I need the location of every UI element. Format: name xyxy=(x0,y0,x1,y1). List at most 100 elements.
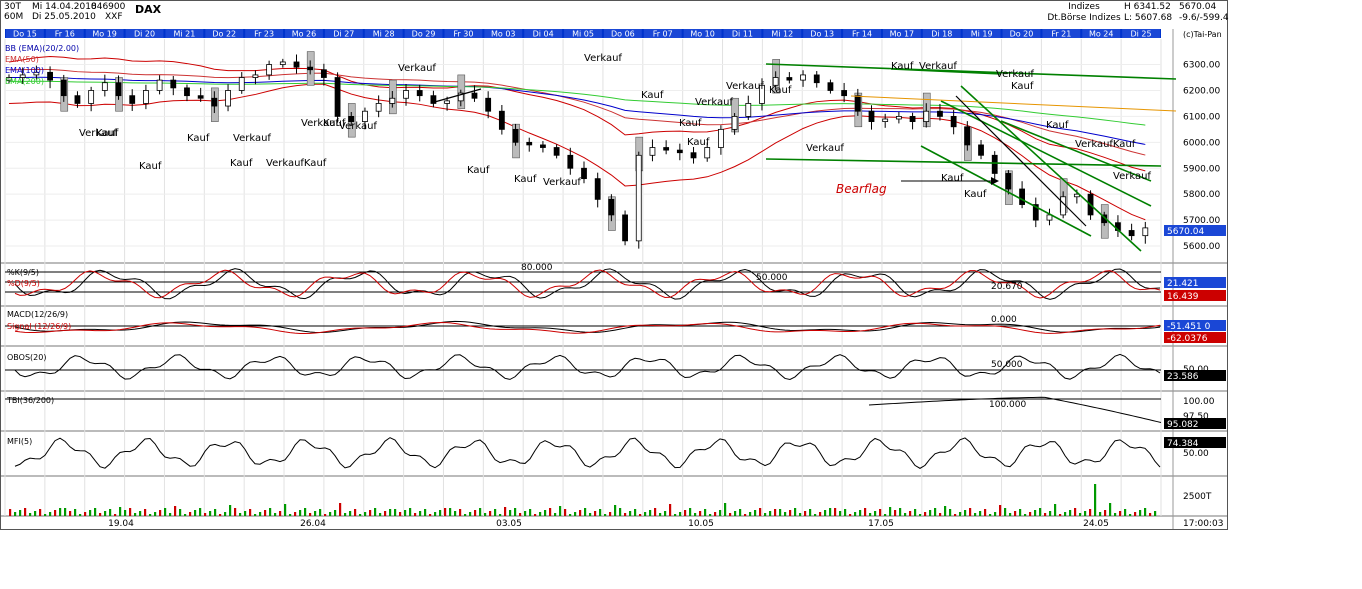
day-label: Mo 03 xyxy=(491,30,516,39)
volume-bar xyxy=(734,511,737,516)
volume-bar xyxy=(369,510,372,516)
price-tick-label: 6100.00 xyxy=(1183,112,1220,122)
candle-body xyxy=(718,128,724,148)
volume-bar xyxy=(999,505,1002,516)
candle-body xyxy=(704,147,711,159)
signal-label: Verkauf xyxy=(1113,171,1151,182)
volume-bar xyxy=(1124,509,1127,516)
candle-body xyxy=(649,147,656,156)
volume-bar xyxy=(1069,510,1072,516)
volume-bar xyxy=(69,511,72,516)
volume-bar xyxy=(919,514,922,516)
candle-body xyxy=(909,116,916,122)
indicator-legend-1: EMA(50) xyxy=(5,55,39,64)
candle-body xyxy=(279,61,286,65)
volume-bar xyxy=(874,511,877,516)
volume-bar xyxy=(1089,509,1092,516)
volume-bar xyxy=(1044,513,1047,516)
price-tick-label: 5800.00 xyxy=(1183,190,1220,200)
macd-signal-legend: Signal (12/26/9) xyxy=(7,322,71,331)
volume-bar xyxy=(234,508,237,516)
volume-bar xyxy=(509,510,512,516)
day-label: Di 18 xyxy=(931,30,952,39)
volume-bar xyxy=(1059,514,1062,516)
volume-bar xyxy=(599,509,602,516)
volume-bar xyxy=(439,510,442,516)
macd-legend: MACD(12/26/9) xyxy=(7,310,68,319)
volume-bar xyxy=(484,513,487,516)
volume-bar xyxy=(934,508,937,516)
ema100-line xyxy=(8,76,1146,145)
macd-line xyxy=(14,320,1161,333)
volume-bar xyxy=(374,508,377,516)
mfi-legend: MFI(5) xyxy=(7,437,32,446)
candle-body xyxy=(813,74,820,84)
volume-bar xyxy=(549,508,552,516)
candle-body xyxy=(663,147,670,151)
day-label: Do 13 xyxy=(810,30,834,39)
volume-bar xyxy=(839,511,842,516)
volume-bar xyxy=(679,512,682,516)
day-label: Mo 10 xyxy=(690,30,715,39)
stoch-k-legend: %K(9/5) xyxy=(7,268,39,277)
day-label: Mi 12 xyxy=(771,30,793,39)
volume-bar xyxy=(1139,510,1142,516)
volume-bar xyxy=(1079,513,1082,516)
candle-body xyxy=(252,74,259,78)
candle-body xyxy=(800,74,806,81)
volume-bar xyxy=(749,512,752,516)
volume-bar xyxy=(789,510,792,516)
volume-bar xyxy=(1064,512,1067,516)
day-label: Do 29 xyxy=(412,30,436,39)
volume-bar xyxy=(1084,511,1087,516)
candle-body xyxy=(47,71,53,81)
volume-bar xyxy=(804,511,807,516)
volume-bar xyxy=(654,508,657,516)
day-label: Mo 17 xyxy=(890,30,915,39)
signal-label: Kauf xyxy=(687,137,710,148)
candle-body xyxy=(60,79,67,97)
candle-body xyxy=(293,61,300,68)
mfi-value-label: 74.384 xyxy=(1167,439,1199,449)
volume-bar xyxy=(824,510,827,516)
day-label: Di 20 xyxy=(134,30,155,39)
date-axis-label: 19.04 xyxy=(108,519,134,529)
volume-bar xyxy=(519,513,522,516)
volume-bar xyxy=(649,510,652,516)
volume-bar xyxy=(904,513,907,516)
day-label: Mo 26 xyxy=(292,30,317,39)
volume-bar xyxy=(939,513,942,516)
candle-body xyxy=(526,141,533,146)
date-axis-label: 26.04 xyxy=(300,519,326,529)
volume-bar xyxy=(269,508,272,516)
chart-canvas[interactable]: Do 15 Fr 16 Mo 19 Di 20 Mi 21 Do 22 Fr 23 Mo 26… xyxy=(1,1,1227,529)
volume-bar xyxy=(289,514,292,516)
volume-bar xyxy=(1034,510,1037,516)
volume-bar xyxy=(639,514,642,516)
volume-bar xyxy=(1009,513,1012,516)
trend-line xyxy=(765,63,1177,80)
volume-bar xyxy=(1049,511,1052,516)
volume-bar xyxy=(1144,508,1147,516)
volume-bar xyxy=(929,510,932,516)
candle-body xyxy=(197,95,204,99)
volume-bar xyxy=(879,509,882,516)
volume-bar xyxy=(214,509,217,516)
mfi-line xyxy=(14,437,1161,469)
day-label: Di 25 xyxy=(1131,30,1152,39)
date-axis-label: 10.05 xyxy=(688,519,714,529)
volume-bar xyxy=(34,511,37,516)
volume-bar xyxy=(394,509,397,516)
volume-bar xyxy=(1029,512,1032,516)
candle-body xyxy=(553,147,560,156)
day-label: Fr 30 xyxy=(453,30,473,39)
volume-bar xyxy=(314,511,317,516)
stoch-k-value-label: 21.421 xyxy=(1167,279,1199,289)
volume-bar xyxy=(454,511,457,516)
volume-bar xyxy=(319,509,322,516)
volume-bar xyxy=(889,507,892,516)
macd-signal-value-label: -62.0376 xyxy=(1167,334,1208,344)
volume-bar xyxy=(129,508,132,516)
candle-body xyxy=(827,82,834,91)
candle-body xyxy=(403,90,409,99)
